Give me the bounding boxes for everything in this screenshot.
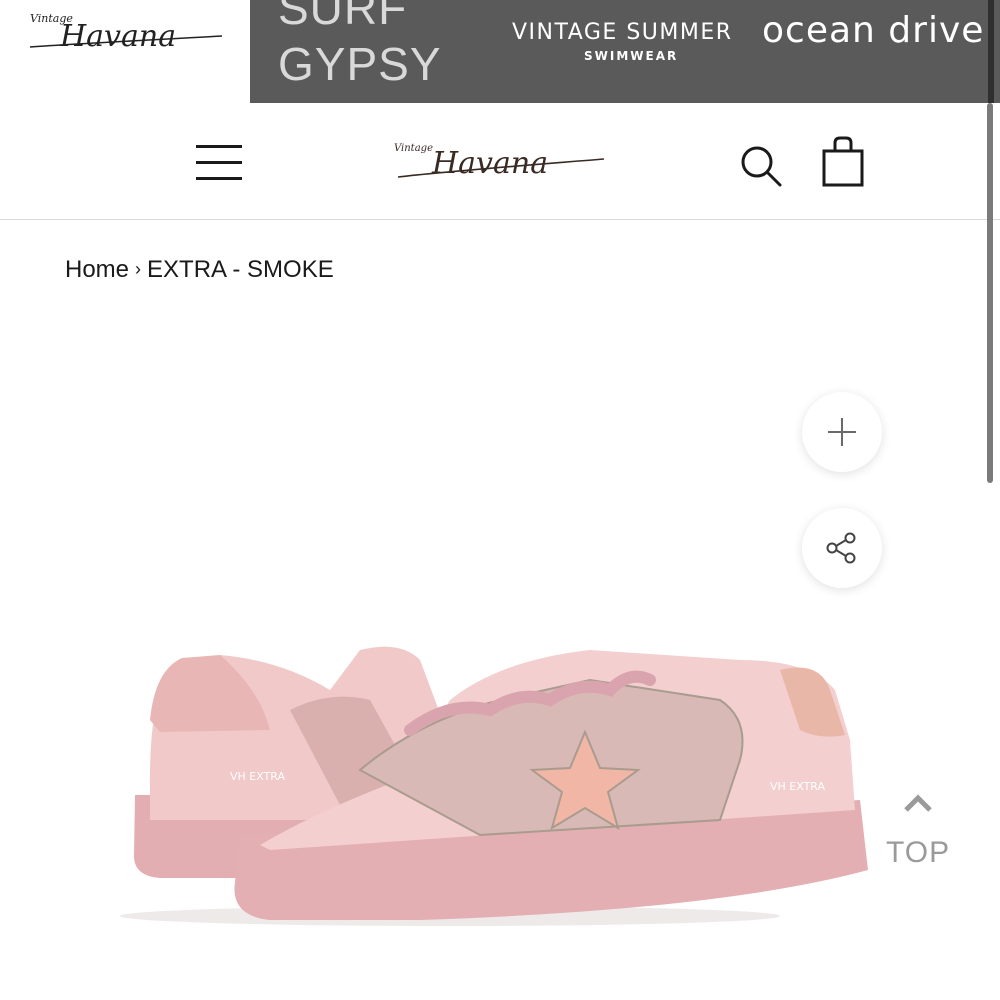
plus-icon bbox=[828, 418, 856, 446]
svg-text:Vintage: Vintage bbox=[394, 143, 433, 154]
surf-gypsy-logo-line2[interactable]: GYPSY bbox=[278, 38, 442, 90]
back-to-top-label: TOP bbox=[886, 836, 951, 869]
svg-text:Havana: Havana bbox=[59, 19, 176, 54]
surf-gypsy-logo-line1[interactable]: SURF bbox=[278, 0, 407, 34]
search-icon[interactable] bbox=[736, 141, 786, 191]
svg-text:VH EXTRA: VH EXTRA bbox=[230, 770, 286, 783]
back-to-top-button[interactable]: TOP bbox=[880, 790, 956, 880]
chevron-up-icon bbox=[904, 794, 932, 812]
breadcrumb: Home › EXTRA - SMOKE bbox=[65, 256, 334, 284]
share-icon bbox=[826, 532, 856, 564]
page-scrollbar[interactable] bbox=[987, 103, 993, 483]
brand-logo-vintage-havana-small[interactable]: Vintage Havana bbox=[0, 0, 250, 103]
site-header: Vintage Havana bbox=[0, 103, 1000, 220]
zoom-button[interactable] bbox=[802, 392, 882, 472]
breadcrumb-home-link[interactable]: Home bbox=[65, 256, 129, 283]
svg-text:VH EXTRA: VH EXTRA bbox=[770, 780, 826, 793]
hamburger-menu-icon[interactable] bbox=[192, 143, 246, 183]
shopping-bag-icon[interactable] bbox=[818, 135, 870, 191]
product-image[interactable]: VH EXTRA VH EXTRA bbox=[120, 620, 880, 930]
svg-text:Havana: Havana bbox=[431, 146, 548, 181]
partner-brands-banner: SURF GYPSY VINTAGE SUMMER SWIMWEAR ocean… bbox=[250, 0, 1000, 103]
site-logo-vintage-havana[interactable]: Vintage Havana bbox=[390, 131, 610, 193]
ocean-drive-logo[interactable]: ocean drive bbox=[762, 10, 984, 51]
breadcrumb-separator: › bbox=[135, 259, 142, 279]
share-button[interactable] bbox=[802, 508, 882, 588]
vintage-summer-logo[interactable]: VINTAGE SUMMER bbox=[512, 20, 733, 45]
vintage-summer-sublabel: SWIMWEAR bbox=[584, 49, 679, 63]
breadcrumb-current: EXTRA - SMOKE bbox=[147, 256, 334, 283]
brand-strip: Vintage Havana SURF GYPSY VINTAGE SUMMER… bbox=[0, 0, 1000, 103]
banner-scrollbar[interactable] bbox=[988, 0, 994, 103]
